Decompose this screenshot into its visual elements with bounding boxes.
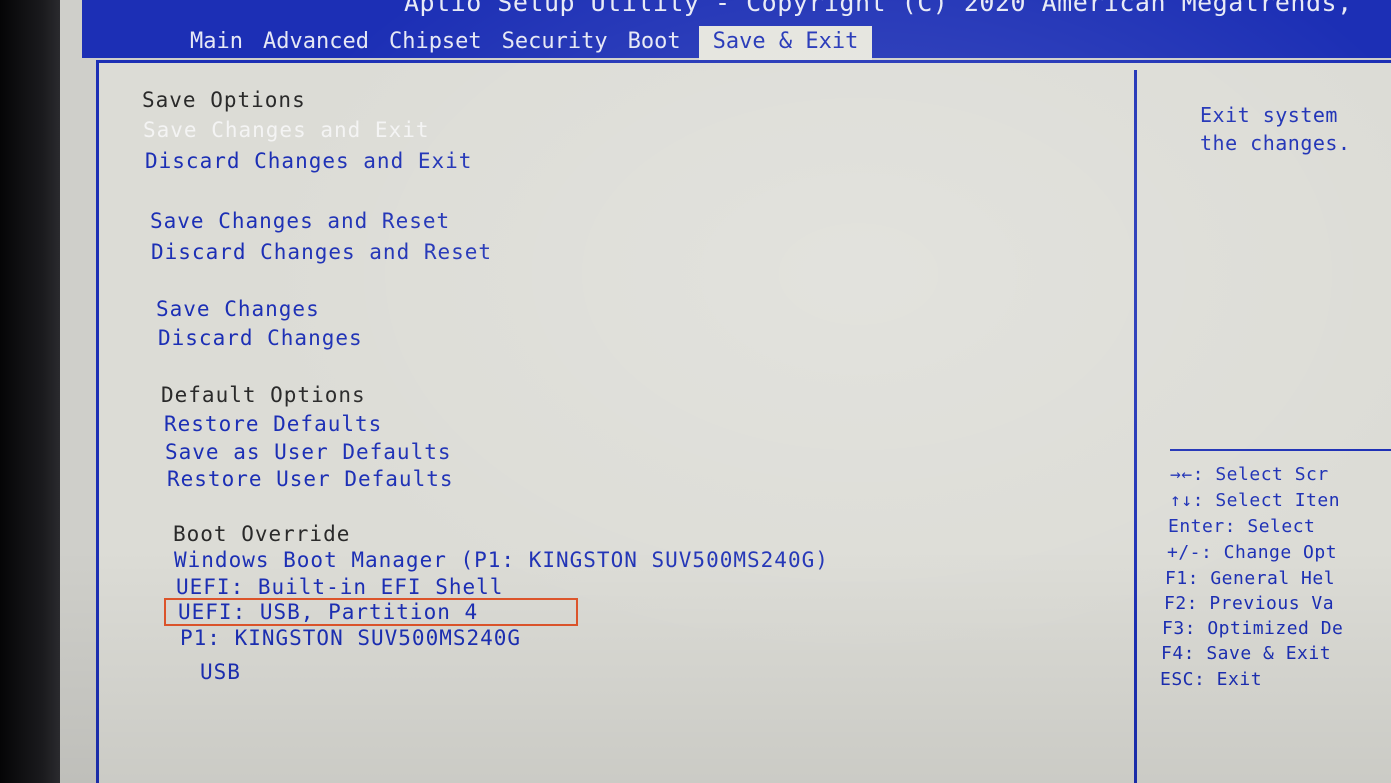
key-hint-save-exit: F4: Save & Exit [1161, 643, 1332, 664]
bios-header-bar: Aptio Setup Utility - Copyright (C) 2020… [82, 0, 1391, 64]
key-hint-enter: Enter: Select [1168, 516, 1316, 537]
key-hint-previous-values: F2: Previous Va [1164, 593, 1335, 614]
help-description-line-1: Exit system [1200, 103, 1338, 127]
default-options-header: Default Options [161, 383, 366, 407]
help-description-line-2: the changes. [1200, 131, 1351, 155]
panel-divider [1134, 70, 1137, 783]
tab-boot[interactable]: Boot [618, 26, 691, 58]
key-hint-select-screen: →←: Select Scr [1170, 464, 1329, 485]
save-as-user-defaults-item[interactable]: Save as User Defaults [165, 440, 452, 464]
bios-title: Aptio Setup Utility - Copyright (C) 2020… [404, 0, 1353, 17]
boot-override-header: Boot Override [173, 522, 351, 546]
boot-item-windows-boot-manager[interactable]: Windows Boot Manager (P1: KINGSTON SUV50… [174, 548, 829, 572]
key-hint-select-item: ↑↓: Select Iten [1170, 490, 1341, 511]
restore-defaults-item[interactable]: Restore Defaults [164, 412, 382, 436]
discard-changes-and-exit-item[interactable]: Discard Changes and Exit [145, 149, 472, 173]
key-hint-esc-exit: ESC: Exit [1160, 669, 1263, 690]
monitor-bezel [0, 0, 60, 783]
restore-user-defaults-item[interactable]: Restore User Defaults [167, 467, 454, 491]
tab-save-and-exit[interactable]: Save & Exit [698, 26, 873, 64]
key-hint-general-help: F1: General Hel [1165, 568, 1336, 589]
tab-advanced[interactable]: Advanced [253, 26, 379, 58]
save-changes-item[interactable]: Save Changes [156, 297, 320, 321]
save-changes-and-exit-item[interactable]: Save Changes and Exit [143, 118, 430, 142]
help-separator [1170, 449, 1391, 451]
annotation-highlight-box [164, 598, 578, 626]
tab-bar: Main Advanced Chipset Security Boot Save… [180, 26, 873, 64]
boot-item-usb[interactable]: USB [200, 660, 241, 684]
discard-changes-item[interactable]: Discard Changes [158, 326, 363, 350]
tab-main[interactable]: Main [180, 26, 253, 58]
tab-chipset[interactable]: Chipset [379, 26, 492, 58]
save-changes-and-reset-item[interactable]: Save Changes and Reset [150, 209, 450, 233]
key-hint-change-option: +/-: Change Opt [1167, 542, 1338, 563]
boot-item-uefi-efi-shell[interactable]: UEFI: Built-in EFI Shell [176, 575, 503, 599]
key-hint-optimized-defaults: F3: Optimized De [1162, 618, 1344, 639]
discard-changes-and-reset-item[interactable]: Discard Changes and Reset [151, 240, 492, 264]
save-options-header: Save Options [142, 88, 306, 112]
boot-item-kingston-ssd[interactable]: P1: KINGSTON SUV500MS240G [180, 626, 521, 650]
bios-screen: Aptio Setup Utility - Copyright (C) 2020… [60, 0, 1391, 783]
tab-security[interactable]: Security [492, 26, 618, 58]
